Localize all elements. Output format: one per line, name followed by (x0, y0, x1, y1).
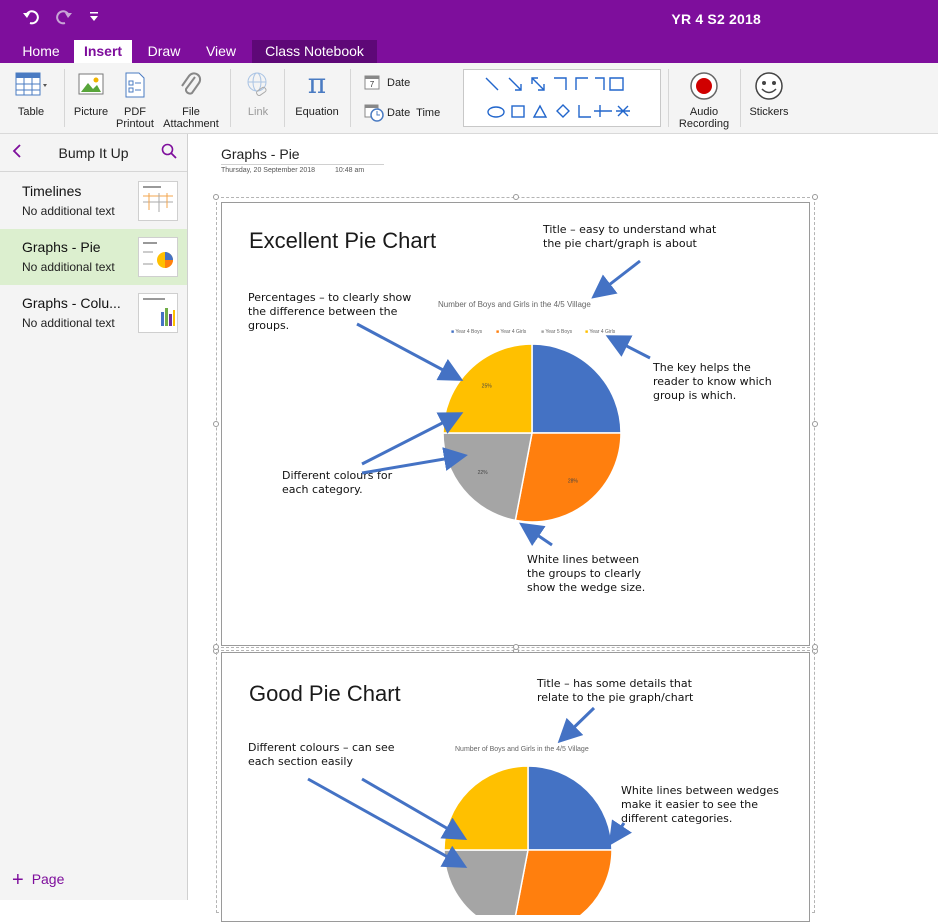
tab-draw[interactable]: Draw (137, 40, 191, 63)
date-time-label: Date Time (387, 107, 441, 119)
page-list-sidebar: Bump It Up Timelines No additional text … (0, 134, 188, 900)
resize-handle[interactable] (812, 194, 818, 200)
resize-handle[interactable] (812, 644, 818, 650)
link-button[interactable]: Link (236, 63, 280, 134)
arrow-icon (608, 819, 632, 846)
arrow-icon (361, 777, 468, 841)
ribbon: Table Picture PDF Printout File Attachment… (0, 63, 938, 134)
arrow-icon (361, 412, 464, 466)
svg-text:7: 7 (370, 80, 375, 89)
ribbon-divider (740, 69, 741, 127)
arrow-icon (605, 335, 651, 360)
page-thumbnail (138, 181, 178, 221)
slide-content: Good Pie Chart Title – has some details … (221, 652, 810, 922)
arrow-icon (557, 706, 596, 744)
ribbon-divider (350, 69, 351, 127)
link-label: Link (247, 106, 269, 118)
equation-button[interactable]: π Equation (290, 63, 344, 134)
page-name: Graphs - Colu... (22, 295, 121, 311)
add-page-button[interactable]: + Page (12, 869, 64, 892)
arrow-icon (356, 322, 464, 381)
arrow-icon (591, 259, 641, 299)
ribbon-tabs: Home Insert Draw View Class Notebook (0, 40, 938, 63)
page-name: Timelines (22, 183, 82, 199)
picture-label: Picture (73, 106, 109, 118)
shapes-icons[interactable] (464, 70, 662, 128)
picture-icon (77, 71, 105, 100)
pdf-printout-label: PDF Printout (116, 106, 154, 130)
page-item-graphs-pie[interactable]: Graphs - Pie No additional text (0, 229, 187, 285)
pdf-printout-button[interactable]: PDF Printout (114, 63, 156, 134)
page-title-container[interactable]: Graphs - Pie (221, 146, 384, 165)
section-header: Bump It Up (0, 134, 187, 172)
page-time: 10:48 am (335, 167, 365, 174)
pi-icon: π (307, 67, 327, 100)
arrow-icon (519, 522, 553, 547)
arrow-icon (361, 447, 468, 475)
ribbon-divider (668, 69, 669, 127)
paperclip-icon (179, 71, 203, 104)
file-attachment-label: File Attachment (163, 106, 219, 130)
page-canvas[interactable]: Graphs - Pie Thursday, 20 September 2018… (188, 134, 938, 922)
notebook-title: YR 4 S2 2018 (671, 11, 761, 27)
page-item-graphs-column[interactable]: Graphs - Colu... No additional text (0, 285, 187, 341)
resize-handle[interactable] (213, 644, 219, 650)
file-attachment-button[interactable]: File Attachment (160, 63, 222, 134)
section-title: Bump It Up (58, 145, 129, 161)
title-bar: YR 4 S2 2018 (0, 0, 938, 40)
date-time-icon (364, 104, 384, 125)
slide-image-excellent[interactable]: Excellent Pie Chart Title – easy to unde… (213, 194, 818, 654)
page-thumbnail (138, 293, 178, 333)
slide-content: Excellent Pie Chart Title – easy to unde… (221, 202, 810, 646)
record-icon (689, 71, 719, 104)
audio-recording-label: Audio Recording (678, 106, 730, 130)
annotation-arrows (307, 706, 632, 868)
date-time-button[interactable]: Date Time (362, 104, 452, 124)
page-preview: No additional text (22, 204, 115, 218)
page-date: Thursday, 20 September 2018 (221, 167, 316, 174)
redo-icon[interactable] (55, 10, 73, 31)
ribbon-divider (230, 69, 231, 127)
ribbon-divider (64, 69, 65, 127)
equation-label: Equation (295, 106, 339, 118)
tab-insert[interactable]: Insert (74, 40, 132, 63)
tab-view[interactable]: View (196, 40, 246, 63)
resize-handle[interactable] (213, 421, 219, 427)
stickers-label: Stickers (749, 106, 789, 118)
annotation-arrows (356, 259, 651, 547)
page-preview: No additional text (22, 316, 115, 330)
date-button[interactable]: 7 Date (362, 74, 422, 92)
search-icon[interactable] (161, 143, 177, 164)
page-item-timelines[interactable]: Timelines No additional text (0, 173, 187, 229)
audio-recording-button[interactable]: Audio Recording (674, 63, 734, 134)
table-label: Table (17, 106, 45, 118)
pdf-printout-icon (123, 71, 147, 102)
resize-handle[interactable] (513, 644, 519, 650)
table-icon (14, 71, 48, 100)
picture-button[interactable]: Picture (68, 63, 114, 134)
page-thumbnail (138, 237, 178, 277)
page-name: Graphs - Pie (22, 239, 101, 255)
tab-class-notebook[interactable]: Class Notebook (252, 40, 377, 63)
table-button[interactable]: Table (6, 63, 56, 134)
page-title[interactable]: Graphs - Pie (221, 146, 384, 162)
calendar-icon: 7 (364, 74, 380, 93)
resize-handle[interactable] (513, 194, 519, 200)
resize-handle[interactable] (213, 194, 219, 200)
add-page-label: Page (31, 871, 65, 887)
ribbon-divider (284, 69, 285, 127)
slide-image-good[interactable]: Good Pie Chart Title – has some details … (213, 644, 818, 922)
customize-icon[interactable] (88, 10, 100, 29)
plus-icon: + (12, 869, 24, 891)
stickers-button[interactable]: Stickers (744, 63, 794, 134)
shapes-gallery (463, 69, 661, 127)
page-preview: No additional text (22, 260, 115, 274)
undo-icon[interactable] (22, 10, 40, 31)
smiley-icon (754, 71, 784, 104)
link-icon (244, 71, 272, 102)
tab-home[interactable]: Home (12, 40, 70, 63)
date-label: Date (387, 77, 411, 89)
